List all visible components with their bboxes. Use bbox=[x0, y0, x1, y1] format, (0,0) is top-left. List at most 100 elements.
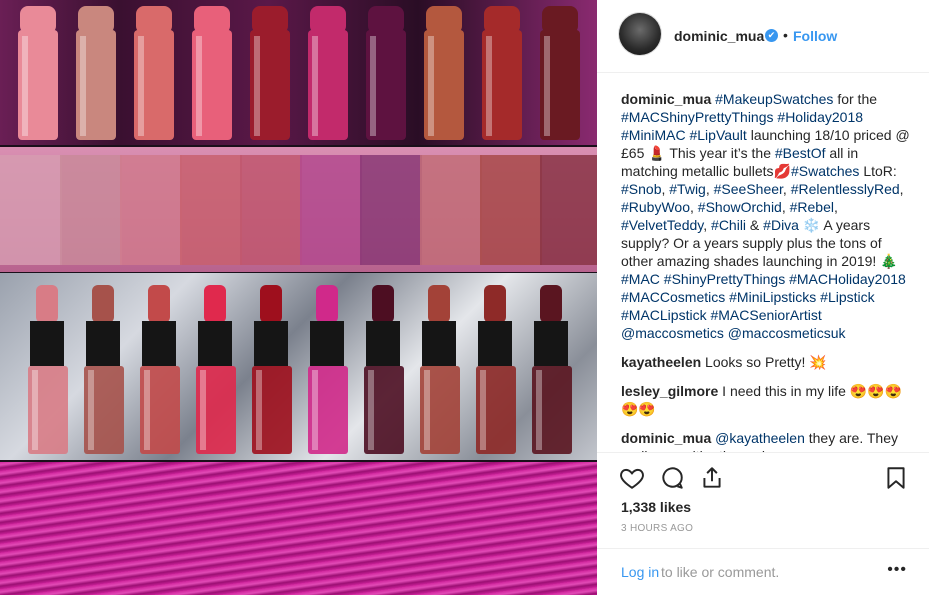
mini-lipstick-highlight bbox=[536, 370, 542, 450]
hashtag-link[interactable]: #VelvetTeddy bbox=[621, 217, 703, 233]
mini-lipstick-highlight bbox=[424, 370, 430, 450]
avatar[interactable] bbox=[619, 13, 661, 55]
lipstick-tip bbox=[136, 6, 172, 34]
hashtag-link[interactable]: #MAC bbox=[621, 271, 660, 287]
mini-lipstick-collar bbox=[142, 321, 176, 366]
hashtag-link[interactable]: #Diva bbox=[763, 217, 799, 233]
post-timestamp[interactable]: 3 HOURS AGO bbox=[621, 523, 693, 534]
mini-lipstick-highlight bbox=[312, 370, 318, 450]
swatches-strip bbox=[0, 147, 597, 272]
lipstick-tip bbox=[78, 6, 114, 34]
lipstick-tip bbox=[542, 6, 578, 34]
comment-text: , bbox=[705, 181, 714, 197]
comment-text: LtoR: bbox=[859, 163, 897, 179]
comment-item: dominic_mua @kayatheelen they are. They … bbox=[621, 429, 913, 452]
bookmark-icon[interactable] bbox=[883, 465, 909, 491]
mini-lipstick-highlight bbox=[480, 370, 486, 450]
hashtag-link[interactable]: #Chili bbox=[711, 217, 746, 233]
swatch-stroke bbox=[420, 155, 482, 265]
comment-text: , bbox=[781, 199, 790, 215]
hashtag-link[interactable]: #RubyWoo bbox=[621, 199, 690, 215]
comment-text: & bbox=[746, 217, 764, 233]
mini-lipsticks-art bbox=[28, 285, 572, 454]
follow-button[interactable]: Follow bbox=[793, 28, 837, 44]
swatch-stroke bbox=[300, 155, 362, 265]
lipstick-highlight bbox=[254, 36, 260, 136]
lipstick-highlight bbox=[138, 36, 144, 136]
comment-item: kayatheelen Looks so Pretty! 💥 bbox=[621, 353, 913, 371]
login-link[interactable]: Log in bbox=[621, 564, 659, 580]
hashtag-link[interactable]: #MACCosmetics bbox=[621, 289, 725, 305]
hashtag-link[interactable]: #MakeupSwatches bbox=[715, 91, 833, 107]
heart-icon[interactable] bbox=[619, 465, 645, 491]
login-bar: Log in to like or comment. ••• bbox=[597, 548, 929, 596]
hashtag-link[interactable]: #MACLipstick bbox=[621, 307, 707, 323]
comment-item: lesley_gilmore I need this in my life 😍😍… bbox=[621, 382, 913, 418]
swatch-stroke bbox=[480, 155, 542, 265]
hashtag-link[interactable]: #MACShinyPrettyThings bbox=[621, 109, 774, 125]
comment-icon[interactable] bbox=[659, 465, 685, 491]
hashtag-link[interactable]: #MiniLipsticks bbox=[729, 289, 816, 305]
mini-lipsticks-strip bbox=[0, 273, 597, 460]
mini-lipstick-collar bbox=[86, 321, 120, 366]
comment-username[interactable]: lesley_gilmore bbox=[621, 383, 718, 399]
hashtag-link[interactable]: #Rebel bbox=[790, 199, 834, 215]
hashtag-link[interactable]: #MACSeniorArtist bbox=[710, 307, 821, 323]
hashtag-link[interactable]: #Snob bbox=[621, 181, 661, 197]
post-sidebar: dominic_mua ✔ • Follow dominic_mua #Make… bbox=[597, 0, 929, 595]
mini-lipstick-collar bbox=[422, 321, 456, 366]
hashtag-link[interactable]: @maccosmeticsuk bbox=[728, 325, 846, 341]
verified-badge-icon: ✔ bbox=[765, 29, 778, 42]
swatch-stroke bbox=[240, 155, 302, 265]
hashtag-link[interactable]: #Twig bbox=[669, 181, 706, 197]
mini-lipstick-highlight bbox=[32, 370, 38, 450]
comment-text: Looks so Pretty! 💥 bbox=[701, 354, 827, 370]
lipstick-highlight bbox=[312, 36, 318, 136]
more-options-icon[interactable]: ••• bbox=[887, 561, 907, 579]
comment-text: , bbox=[834, 199, 838, 215]
mini-lipstick-tip bbox=[204, 285, 226, 323]
comment-username[interactable]: dominic_mua bbox=[621, 91, 711, 107]
swatch-stroke bbox=[0, 155, 62, 265]
hashtag-link[interactable]: #ShowOrchid bbox=[698, 199, 782, 215]
lipstick-highlight bbox=[428, 36, 434, 136]
hashtag-link[interactable]: #RelentlesslyRed bbox=[791, 181, 900, 197]
hashtag-link[interactable]: @maccosmetics bbox=[621, 325, 724, 341]
post-photo[interactable] bbox=[0, 0, 597, 595]
comment-text: , bbox=[703, 217, 712, 233]
swatch-stroke bbox=[540, 155, 597, 265]
lipstick-tip bbox=[484, 6, 520, 34]
mini-lipstick-collar bbox=[366, 321, 400, 366]
hashtag-link[interactable]: #SeeSheer bbox=[714, 181, 783, 197]
lipstick-highlight bbox=[370, 36, 376, 136]
hashtag-link[interactable]: #Lipstick bbox=[820, 289, 874, 305]
lipstick-highlight bbox=[196, 36, 202, 136]
hashtag-link[interactable]: #Swatches bbox=[791, 163, 859, 179]
hashtag-link[interactable]: #ShinyPrettyThings bbox=[664, 271, 785, 287]
comment-username[interactable]: kayatheelen bbox=[621, 354, 701, 370]
mini-lipstick-highlight bbox=[144, 370, 150, 450]
likes-count[interactable]: 1,338 likes bbox=[621, 499, 691, 515]
mini-lipstick-tip bbox=[316, 285, 338, 323]
hashtag-link[interactable]: @kayatheelen bbox=[711, 430, 805, 446]
lipstick-highlight bbox=[80, 36, 86, 136]
hashtag-link[interactable]: #MACHoliday2018 bbox=[789, 271, 906, 287]
lipstick-tip bbox=[252, 6, 288, 34]
swatch-stroke bbox=[120, 155, 182, 265]
hashtag-link[interactable]: #LipVault bbox=[689, 127, 746, 143]
lipstick-bullets-strip bbox=[0, 0, 597, 145]
hashtag-link[interactable]: #MiniMAC bbox=[621, 127, 686, 143]
swatch-stroke bbox=[60, 155, 122, 265]
lipstick-tip bbox=[194, 6, 230, 34]
comment-text: , bbox=[899, 181, 904, 197]
pink-packaging-strip bbox=[0, 462, 597, 595]
lipstick-highlight bbox=[486, 36, 492, 136]
comment-username[interactable]: dominic_mua bbox=[621, 430, 711, 446]
comment-text: for the bbox=[833, 91, 878, 107]
hashtag-link[interactable]: #Holiday2018 bbox=[777, 109, 863, 125]
share-icon[interactable] bbox=[699, 465, 725, 491]
username[interactable]: dominic_mua bbox=[674, 28, 764, 44]
hashtag-link[interactable]: #BestOf bbox=[775, 145, 826, 161]
lipstick-bullets-art bbox=[18, 6, 580, 140]
comments-list[interactable]: dominic_mua #MakeupSwatches for the #MAC… bbox=[621, 90, 913, 452]
